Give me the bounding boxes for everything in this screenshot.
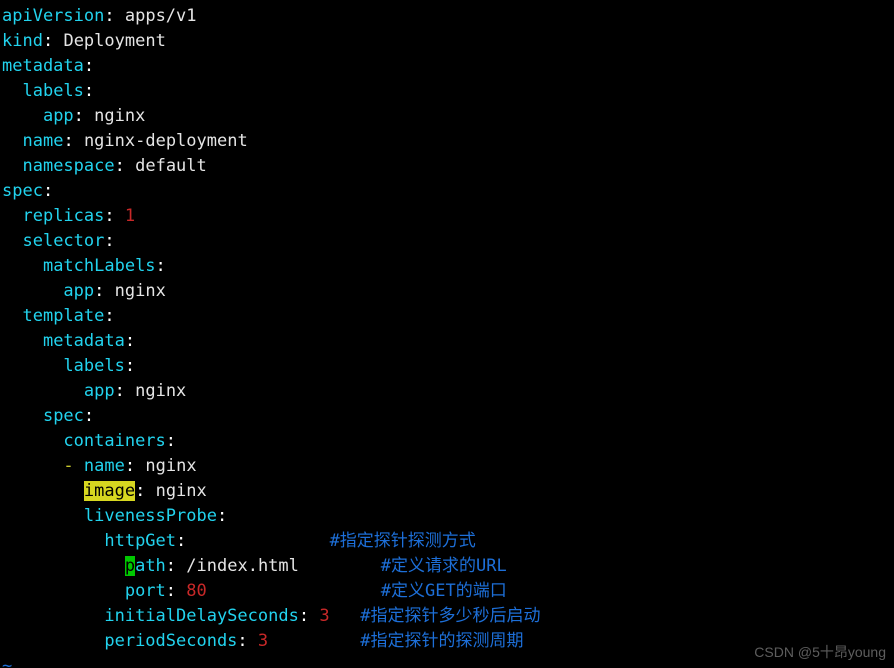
val-namespace: default [135,156,207,176]
key-livenessProbe: livenessProbe [84,506,217,526]
key-replicas: replicas [22,206,104,226]
highlight-image-key: image [84,481,135,501]
key-matchLabels: matchLabels [43,256,156,276]
val-name-deployment: nginx-deployment [84,131,248,151]
val-image: nginx [156,481,207,501]
val-container-name: nginx [145,456,196,476]
list-dash: - [63,456,73,476]
key-template: template [22,306,104,326]
key-kind: kind [2,31,43,51]
val-apiVersion: apps/v1 [125,6,197,26]
key-labels: labels [22,81,83,101]
key-apiVersion: apiVersion [2,6,104,26]
key-name: name [22,131,63,151]
val-path: /index.html [186,556,299,576]
val-replicas: 1 [125,206,135,226]
key-template-metadata: metadata [43,331,125,351]
key-path-rest: ath [135,556,166,576]
comment-httpGet: #指定探针探测方式 [330,531,476,551]
key-httpGet: httpGet [104,531,176,551]
key-containers: containers [63,431,165,451]
key-namespace: namespace [22,156,114,176]
key-initialDelaySeconds: initialDelaySeconds [104,606,298,626]
val-port: 80 [186,581,206,601]
key-metadata: metadata [2,56,84,76]
key-periodSeconds: periodSeconds [104,631,237,651]
vim-tilde: ~ [2,656,12,668]
key-template-app: app [84,381,115,401]
val-periodSeconds: 3 [258,631,268,651]
key-spec: spec [2,181,43,201]
key-template-spec: spec [43,406,84,426]
val-app: nginx [94,106,145,126]
key-app: app [43,106,74,126]
comment-path: #定义请求的URL [381,556,507,576]
val-template-app: nginx [135,381,186,401]
val-kind: Deployment [63,31,165,51]
yaml-code-block: apiVersion: apps/v1 kind: Deployment met… [0,0,894,668]
key-app-ml: app [63,281,94,301]
comment-port: #定义GET的端口 [381,581,507,601]
val-app-ml: nginx [115,281,166,301]
comment-initialDelaySeconds: #指定探针多少秒后启动 [360,606,540,626]
comment-periodSeconds: #指定探针的探测周期 [360,631,523,651]
key-selector: selector [22,231,104,251]
val-initialDelaySeconds: 3 [319,606,329,626]
key-template-labels: labels [63,356,124,376]
key-port: port [125,581,166,601]
cursor-highlight: p [125,556,135,576]
key-container-name: name [84,456,125,476]
